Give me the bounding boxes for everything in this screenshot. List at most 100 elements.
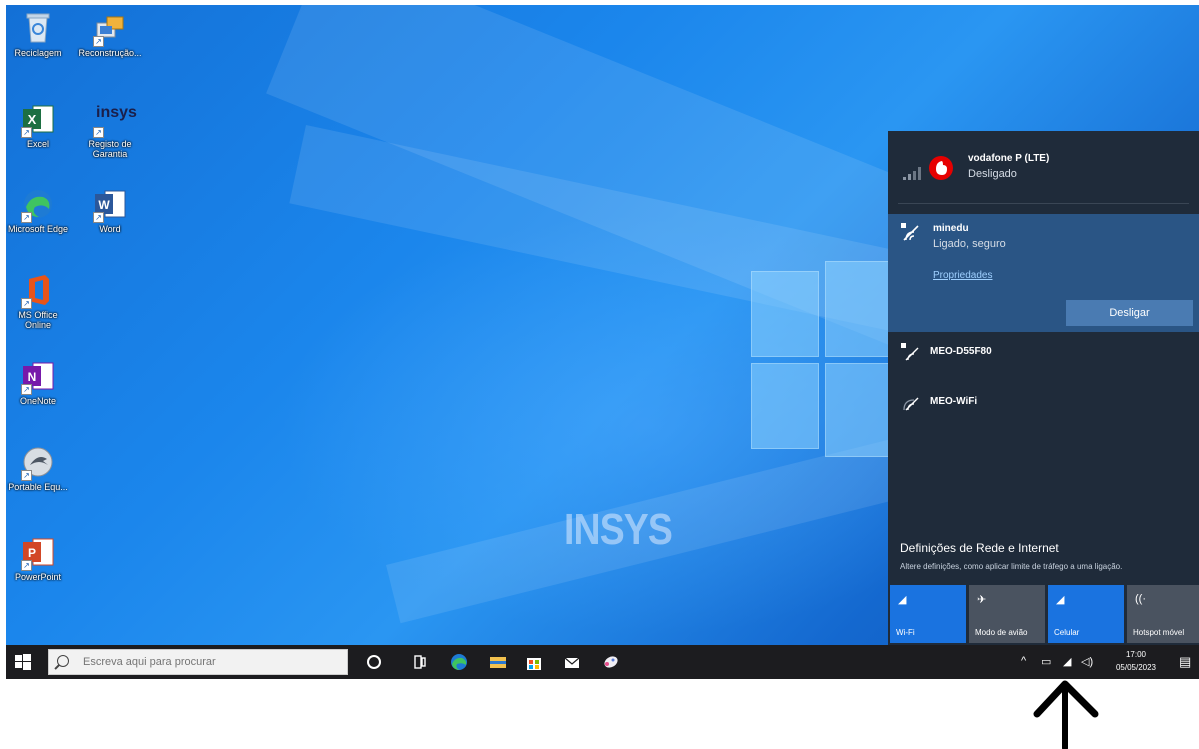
svg-text:X: X [28,112,37,127]
vodafone-logo-icon [928,155,954,186]
properties-link[interactable]: Propriedades [933,270,992,281]
network-item-meo-wifi[interactable]: MEO-WiFi [888,386,1199,426]
onenote-icon: N ↗ [21,359,55,395]
desktop-icon-label: MS Office Online [18,310,58,330]
quick-action-hotspot[interactable]: ((· Hotspot móvel [1127,585,1199,643]
desktop-icon-label: OneNote [19,396,57,406]
hotspot-icon: ((· [1135,593,1146,605]
search-icon [57,655,69,667]
desktop-icon-edge[interactable]: ↗ Microsoft Edge [6,187,70,234]
network-tool-icon: ↗ [93,11,127,47]
quick-action-wifi[interactable]: ◢ Wi-Fi [890,585,966,643]
start-button[interactable] [14,653,32,671]
touchpad-icon[interactable]: ▭ [1041,655,1051,668]
desktop-icon-label: Microsoft Edge [7,224,69,234]
desktop-icon-label: Reconstrução... [78,48,142,58]
network-settings-description: Altere definições, como aplicar limite d… [900,562,1123,571]
shortcut-arrow-icon: ↗ [21,560,32,571]
svg-text:W: W [98,198,110,212]
desktop-icon-label: Word [99,224,121,234]
quick-action-airplane-mode[interactable]: ✈ Modo de avião [969,585,1045,643]
desktop-icon-recycle-bin[interactable]: Reciclagem [6,11,70,58]
network-status: Desligado [968,168,1017,180]
shortcut-arrow-icon: ↗ [21,127,32,138]
office-icon: ↗ [21,273,55,309]
desktop-icon-label: Excel [26,139,49,149]
portable-app-icon: ↗ [21,445,55,481]
insys-watermark: INSYS [564,505,673,554]
network-name: MEO-WiFi [930,396,978,407]
wifi-icon [900,392,920,417]
insys-icon: insys ↗ [93,102,137,138]
tile-label: Celular [1054,628,1080,637]
shortcut-arrow-icon: ↗ [21,298,32,309]
store-icon[interactable] [524,652,544,672]
excel-icon: X ↗ [21,102,55,138]
svg-text:P: P [28,546,36,560]
network-item-meo-d55f80[interactable]: MEO-D55F80 [888,336,1199,376]
notifications-icon[interactable]: ▤ [1179,654,1191,670]
task-view-icon[interactable] [410,652,430,672]
annotation-arrow-icon [1033,680,1099,749]
shortcut-arrow-icon: ↗ [21,212,32,223]
desktop-icon-label: Registo de Garantia [88,139,132,159]
network-status: Ligado, seguro [933,238,1006,250]
shortcut-arrow-icon: ↗ [21,384,32,395]
quick-action-cellular[interactable]: ◢ Celular [1048,585,1124,643]
network-flyout: vodafone P (LTE) Desligado minedu Ligado… [888,131,1199,645]
network-settings-link[interactable]: Definições de Rede e Internet [900,541,1059,555]
network-item-connected[interactable]: minedu Ligado, seguro Propriedades Desli… [888,214,1199,332]
desktop-icon-label: Portable Equ... [8,482,68,492]
system-tray: ^ ▭ ◢ ◁) 17:00 05/05/2023 ▤ [1009,645,1199,679]
desktop-icon-warranty[interactable]: insys ↗ Registo de Garantia [78,102,142,159]
shortcut-arrow-icon: ↗ [93,127,104,138]
network-item-cellular[interactable]: vodafone P (LTE) Desligado [888,149,1199,199]
search-input[interactable] [83,650,343,674]
desktop-icon-powerpoint[interactable]: P ↗ PowerPoint [6,535,70,582]
desktop-icon-label: PowerPoint [14,572,62,582]
cortana-icon[interactable] [364,652,384,672]
screenshot-root: INSYS Reciclagem ↗ Reconstrução... X ↗ E… [0,0,1199,749]
powerpoint-icon: P ↗ [21,535,55,571]
edge-icon[interactable] [449,652,469,672]
airplane-icon: ✈ [977,594,987,606]
disconnect-button[interactable]: Desligar [1066,300,1193,326]
word-icon: W ↗ [93,187,127,223]
mail-icon[interactable] [562,652,582,672]
clock[interactable]: 17:00 05/05/2023 [1110,648,1162,674]
chevron-up-icon[interactable]: ^ [1021,655,1026,667]
desktop-icon-label: Reciclagem [14,48,62,58]
desktop-icon-office[interactable]: ↗ MS Office Online [6,273,70,330]
file-explorer-icon[interactable] [488,652,508,672]
windows-logo-wallpaper [751,257,901,457]
taskbar-search[interactable] [48,649,348,675]
tile-label: Wi-Fi [896,628,915,637]
taskbar: ^ ▭ ◢ ◁) 17:00 05/05/2023 ▤ [6,645,1199,679]
desktop-icon-onenote[interactable]: N ↗ OneNote [6,359,70,406]
cellular-signal-icon [902,165,922,186]
shortcut-arrow-icon: ↗ [93,212,104,223]
network-name: minedu [933,223,969,234]
cellular-icon: ◢ [1056,594,1065,606]
recycle-bin-icon [21,11,55,45]
desktop-icon-network-tool[interactable]: ↗ Reconstrução... [78,11,142,58]
desktop-icon-word[interactable]: W ↗ Word [78,187,142,234]
paint-icon[interactable] [600,652,620,672]
edge-icon: ↗ [21,187,55,223]
clock-time: 17:00 [1125,650,1147,659]
tile-label: Hotspot móvel [1133,628,1185,637]
volume-icon[interactable]: ◁) [1081,655,1093,668]
flyout-divider [898,203,1189,204]
network-cellular-icon[interactable]: ◢ [1063,655,1071,668]
network-name: MEO-D55F80 [930,346,992,357]
network-name: vodafone P (LTE) [968,153,1050,164]
clock-date: 05/05/2023 [1115,663,1157,672]
windows-icon [15,654,31,670]
insys-logo-text: insys [96,104,137,121]
wifi-secured-icon [900,222,920,247]
desktop-icon-portable[interactable]: ↗ Portable Equ... [6,445,70,492]
tile-label: Modo de avião [975,628,1028,637]
svg-text:N: N [28,370,37,384]
wifi-icon: ◢ [898,594,907,606]
desktop-icon-excel[interactable]: X ↗ Excel [6,102,70,149]
